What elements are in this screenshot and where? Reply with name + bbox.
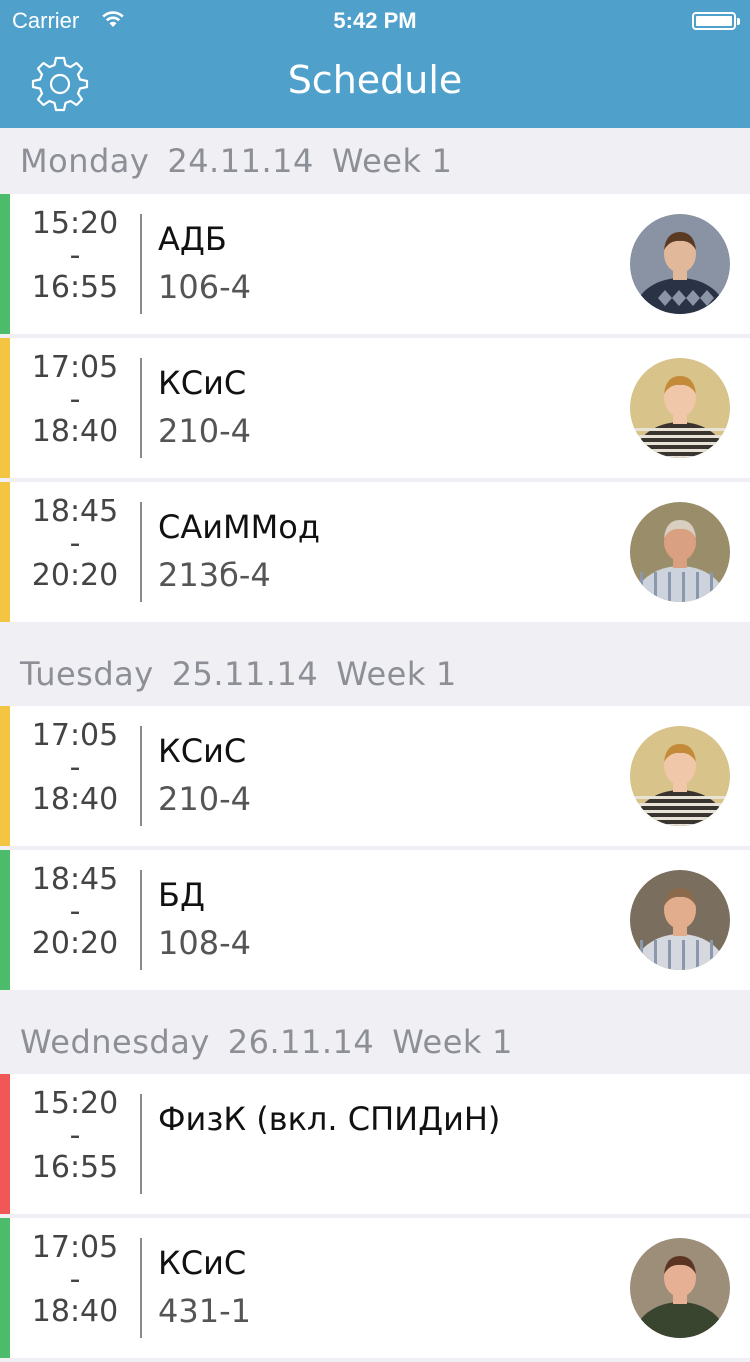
lesson-row[interactable]: 15:20-16:55 ФизК (вкл. СПИДиН) xyxy=(0,1074,750,1214)
lesson-start-time: 18:45 xyxy=(31,862,119,897)
lesson-room: 431-1 xyxy=(158,1292,251,1330)
divider xyxy=(140,726,142,826)
teacher-avatar[interactable] xyxy=(630,358,730,458)
teacher-avatar[interactable] xyxy=(630,1238,730,1338)
lesson-time-separator: - xyxy=(69,750,81,785)
divider xyxy=(140,214,142,314)
day-header-date: 25.11.14 xyxy=(171,655,319,693)
divider xyxy=(140,870,142,970)
lesson-subject: САиММод xyxy=(158,508,320,546)
divider xyxy=(140,358,142,458)
lesson-room: 213б-4 xyxy=(158,556,271,594)
lesson-time-separator: - xyxy=(69,382,81,417)
lesson-row[interactable]: 18:45-20:20 САиММод 213б-4 xyxy=(0,482,750,622)
lesson-row[interactable]: 15:20-16:55 АДБ 106-4 xyxy=(0,194,750,334)
lesson-start-time: 17:05 xyxy=(31,718,119,753)
day-header-date: 24.11.14 xyxy=(167,142,314,180)
day-header-day: Wednesday xyxy=(20,1023,210,1061)
lesson-end-time: 20:20 xyxy=(31,926,119,961)
lesson-row[interactable]: 17:05-18:40 КСиС 431-1 xyxy=(0,1218,750,1358)
status-time: 5:42 PM xyxy=(333,8,417,33)
battery-icon xyxy=(692,12,740,30)
lesson-row[interactable]: 17:05-18:40 КСиС 210-4 xyxy=(0,706,750,846)
day-header-week: 1 xyxy=(491,1023,513,1061)
lesson-end-time: 18:40 xyxy=(31,414,119,449)
lesson-row[interactable]: 17:05-18:40 КСиС 210-4 xyxy=(0,338,750,478)
lesson-end-time: 18:40 xyxy=(31,1294,119,1329)
lesson-time: 15:20-16:55 xyxy=(20,1088,130,1184)
schedule-list: Monday 24.11.14 Week 1 15:20-16:55 АДБ 106-4 1… xyxy=(0,128,750,1362)
lesson-subject: ФизК (вкл. СПИДиН) xyxy=(158,1100,501,1138)
lesson-room: 106-4 xyxy=(158,268,251,306)
day-header-week-label: Week xyxy=(336,655,426,693)
lesson-start-time: 15:20 xyxy=(31,1086,119,1121)
lesson-type-stripe xyxy=(0,482,10,622)
lesson-start-time: 17:05 xyxy=(31,350,119,385)
lesson-type-stripe xyxy=(0,338,10,478)
lesson-subject: КСиС xyxy=(158,732,247,770)
lesson-time: 17:05-18:40 xyxy=(20,352,130,448)
lesson-start-time: 15:20 xyxy=(31,206,119,241)
lesson-time-separator: - xyxy=(69,894,81,929)
lesson-start-time: 17:05 xyxy=(31,1230,119,1265)
lesson-subject: КСиС xyxy=(158,364,247,402)
lesson-time-separator: - xyxy=(69,1262,81,1297)
lesson-subject: КСиС xyxy=(158,1244,247,1282)
nav-bar: Carrier 5:42 PM Schedule xyxy=(0,0,750,128)
lesson-type-stripe xyxy=(0,194,10,334)
lesson-subject: БД xyxy=(158,876,205,914)
day-header-week-label: Week xyxy=(331,142,422,180)
teacher-avatar[interactable] xyxy=(630,726,730,826)
day-header-day: Tuesday xyxy=(20,655,154,693)
day-header-week-label: Week xyxy=(392,1023,482,1061)
lesson-type-stripe xyxy=(0,706,10,846)
divider xyxy=(140,1238,142,1338)
divider xyxy=(140,502,142,602)
lesson-time: 17:05-18:40 xyxy=(20,720,130,816)
lesson-room: 210-4 xyxy=(158,412,251,450)
lesson-time: 18:45-20:20 xyxy=(20,496,130,592)
teacher-avatar[interactable] xyxy=(630,870,730,970)
lesson-time: 18:45-20:20 xyxy=(20,864,130,960)
lesson-time-separator: - xyxy=(69,1118,81,1153)
lesson-row[interactable]: 18:45-20:20 БД 108-4 xyxy=(0,850,750,990)
page-title: Schedule xyxy=(287,58,463,102)
lesson-type-stripe xyxy=(0,850,10,990)
lesson-subject: АДБ xyxy=(158,220,227,258)
lesson-end-time: 20:20 xyxy=(31,558,119,593)
divider xyxy=(140,1094,142,1194)
day-header-week: 1 xyxy=(431,142,453,180)
lesson-room: 108-4 xyxy=(158,924,251,962)
lesson-time-separator: - xyxy=(69,238,81,273)
day-section-header: Wednesday 26.11.14 Week 1 xyxy=(0,1010,750,1074)
lesson-room: 210-4 xyxy=(158,780,251,818)
lesson-end-time: 16:55 xyxy=(31,1150,119,1185)
day-header-day: Monday xyxy=(20,142,150,180)
lesson-type-stripe xyxy=(0,1218,10,1358)
lesson-time: 15:20-16:55 xyxy=(20,208,130,304)
teacher-avatar[interactable] xyxy=(630,502,730,602)
teacher-avatar[interactable] xyxy=(630,214,730,314)
lesson-time: 17:05-18:40 xyxy=(20,1232,130,1328)
day-header-week: 1 xyxy=(435,655,457,693)
day-header-date: 26.11.14 xyxy=(227,1023,375,1061)
status-bar: Carrier 5:42 PM xyxy=(0,0,750,40)
lesson-time-separator: - xyxy=(69,526,81,561)
lesson-type-stripe xyxy=(0,1074,10,1214)
lesson-end-time: 16:55 xyxy=(31,270,119,305)
lesson-end-time: 18:40 xyxy=(31,782,119,817)
lesson-start-time: 18:45 xyxy=(31,494,119,529)
day-section-header: Monday 24.11.14 Week 1 xyxy=(0,128,750,194)
day-section-header: Tuesday 25.11.14 Week 1 xyxy=(0,642,750,706)
